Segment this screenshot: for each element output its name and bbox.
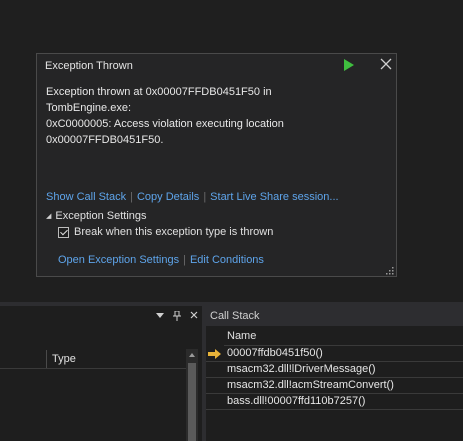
exception-message: Exception thrown at 0x00007FFDB0451F50 i…: [46, 86, 284, 146]
break-when-thrown-label: Break when this exception type is thrown: [74, 226, 274, 238]
exception-settings-toggle[interactable]: ◢ Exception Settings: [46, 210, 147, 222]
row-gutter: [206, 394, 224, 409]
call-stack-frame-label: msacm32.dll!lDriverMessage(): [227, 363, 376, 375]
call-stack-row[interactable]: bass.dll!00007ffd110b7257(): [206, 394, 463, 410]
edit-conditions-link[interactable]: Edit Conditions: [190, 254, 264, 266]
copy-details-link[interactable]: Copy Details: [137, 191, 199, 203]
popup-title: Exception Thrown: [45, 60, 133, 72]
call-stack-row[interactable]: msacm32.dll!acmStreamConvert(): [206, 378, 463, 394]
break-when-thrown-checkbox[interactable]: [58, 226, 69, 238]
break-when-thrown-row: Break when this exception type is thrown: [58, 226, 273, 238]
current-frame-arrow-icon: [208, 349, 221, 359]
resize-grip-icon[interactable]: [386, 266, 394, 275]
call-stack-frame-label: 00007ffdb0451f50(): [227, 347, 323, 359]
pin-icon[interactable]: [173, 310, 181, 323]
column-header-row: [0, 349, 186, 369]
exception-popup: Exception Thrown Exception thrown at 0x0…: [36, 53, 397, 277]
call-stack-frame-label: msacm32.dll!acmStreamConvert(): [227, 379, 394, 391]
play-icon[interactable]: [343, 58, 355, 72]
popup-settings-actions: Open Exception Settings | Edit Conditions: [58, 254, 264, 266]
show-call-stack-link[interactable]: Show Call Stack: [46, 191, 126, 203]
close-icon[interactable]: [379, 57, 393, 71]
column-header-type[interactable]: Type: [52, 353, 76, 365]
row-gutter: [206, 346, 224, 361]
column-divider[interactable]: [46, 350, 47, 368]
column-header-name[interactable]: Name: [224, 326, 463, 346]
locals-pane: Type: [0, 306, 202, 441]
vertical-scrollbar[interactable]: [186, 349, 198, 441]
call-stack-list: 00007ffdb0451f50() msacm32.dll!lDriverMe…: [206, 346, 463, 410]
call-stack-row[interactable]: msacm32.dll!lDriverMessage(): [206, 362, 463, 378]
live-share-link[interactable]: Start Live Share session...: [210, 191, 338, 203]
dropdown-icon[interactable]: [156, 311, 164, 323]
call-stack-title[interactable]: Call Stack: [206, 306, 463, 326]
call-stack-row[interactable]: 00007ffdb0451f50(): [206, 346, 463, 362]
open-exception-settings-link[interactable]: Open Exception Settings: [58, 254, 179, 266]
exception-settings-label: Exception Settings: [55, 210, 147, 222]
link-separator: |: [130, 191, 133, 203]
collapse-triangle-icon: ◢: [46, 213, 52, 220]
scrollbar-thumb[interactable]: [188, 363, 196, 441]
popup-actions: Show Call Stack | Copy Details | Start Live …: [46, 191, 339, 203]
scroll-up-icon[interactable]: [189, 353, 195, 357]
row-gutter: [206, 362, 224, 377]
close-icon[interactable]: [190, 311, 198, 323]
pane-toolbar: [156, 310, 198, 323]
row-gutter: [206, 378, 224, 393]
call-stack-pane: Call Stack Name 00007ffdb0451f50() msacm…: [206, 306, 463, 441]
link-separator: |: [203, 191, 207, 203]
link-separator: |: [183, 254, 186, 266]
call-stack-frame-label: bass.dll!00007ffd110b7257(): [227, 395, 366, 407]
